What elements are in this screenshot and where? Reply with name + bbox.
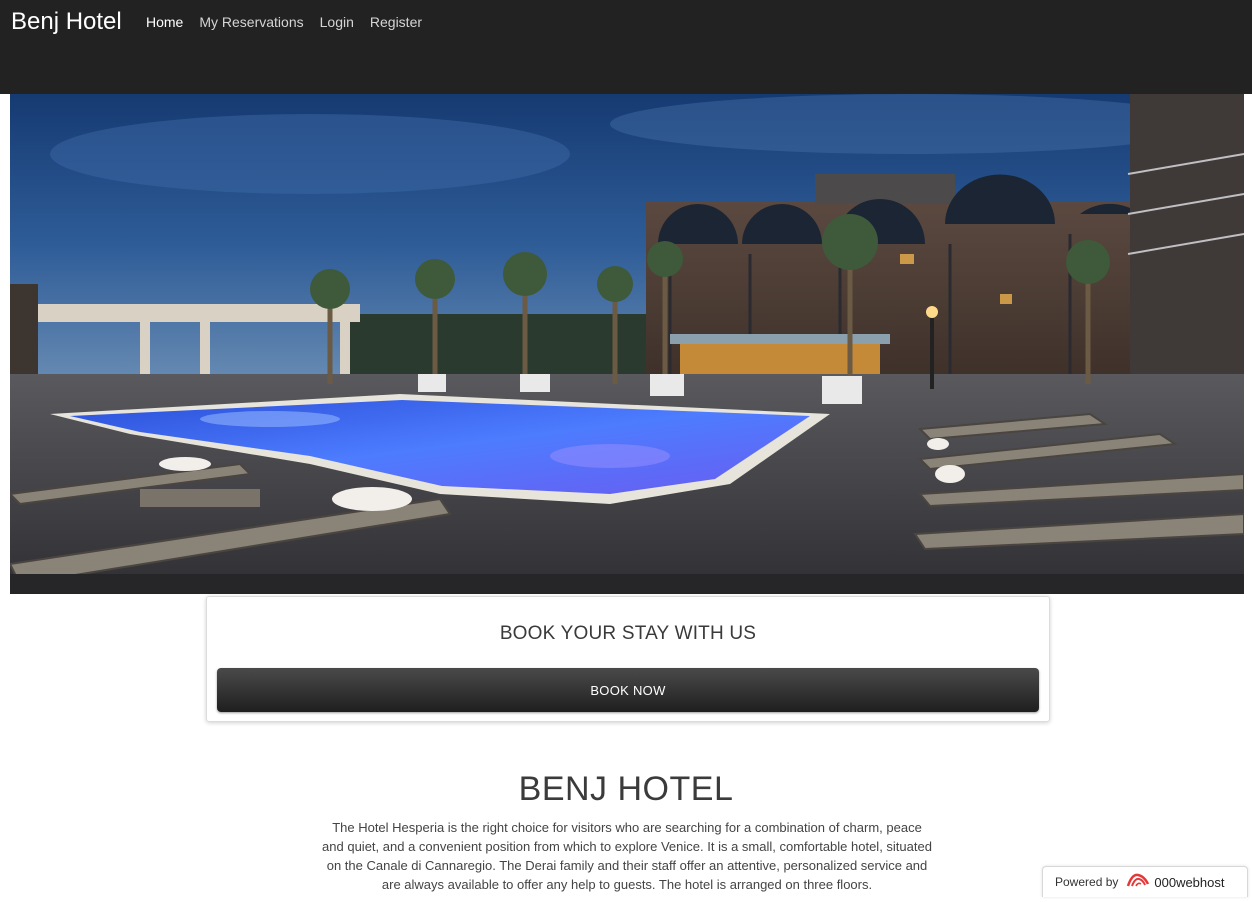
brand-link[interactable]: Benj Hotel (11, 6, 122, 38)
powered-by-badge[interactable]: Powered by 000webhost (1042, 866, 1248, 897)
powered-by-label: Powered by (1055, 875, 1119, 889)
000webhost-logo-icon (1126, 872, 1150, 893)
host-name: 000webhost (1154, 874, 1225, 890)
booking-title: BOOK YOUR STAY WITH US (499, 623, 757, 644)
about-title: BENJ HOTEL (518, 770, 734, 808)
nav-register-link[interactable]: Register (370, 13, 422, 31)
nav-login-link[interactable]: Login (320, 13, 354, 31)
nav-my-reservations-link[interactable]: My Reservations (199, 13, 303, 31)
hotel-pool-photo (10, 94, 1244, 594)
hero-image (10, 94, 1244, 594)
book-now-button[interactable]: BOOK NOW (217, 668, 1039, 712)
about-description: The Hotel Hesperia is the right choice f… (322, 820, 932, 892)
navbar: Benj Hotel Home My Reservations Login Re… (0, 0, 1252, 94)
nav-home-link[interactable]: Home (146, 13, 183, 31)
booking-card: BOOK YOUR STAY WITH US BOOK NOW (206, 596, 1050, 722)
nav-links: Home My Reservations Login Register (146, 13, 438, 31)
